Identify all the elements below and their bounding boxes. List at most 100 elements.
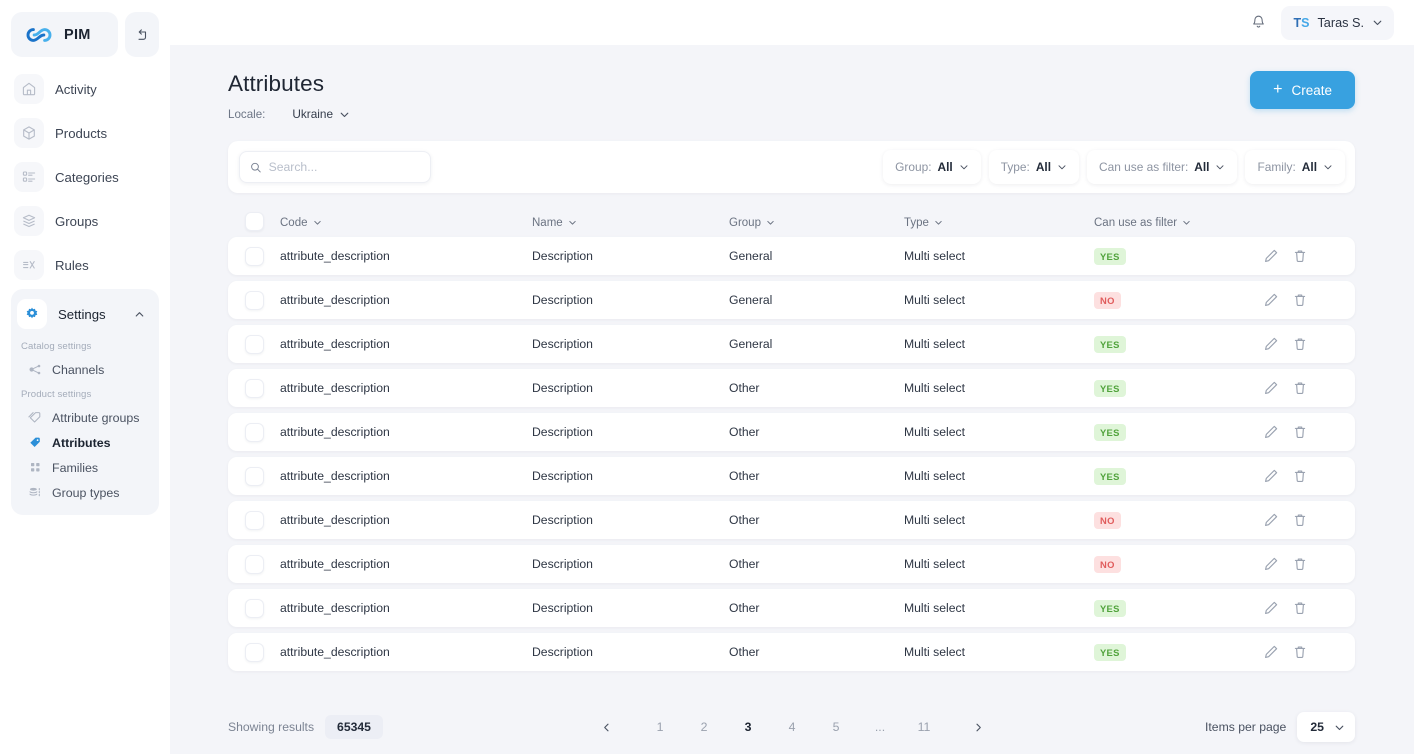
trash-icon[interactable] [1292,468,1308,484]
sidebar-nav: Activity Products Categories Groups [11,69,159,285]
edit-pencil-icon[interactable] [1263,512,1279,528]
create-button-label: Create [1291,83,1332,98]
trash-icon[interactable] [1292,380,1308,396]
cell-type: Multi select [904,425,1094,439]
filter-bar: Group: All Type: All Can use as filter: … [228,141,1355,193]
row-checkbox[interactable] [245,511,264,530]
user-menu-button[interactable]: TS Taras S. [1281,6,1394,40]
table-row[interactable]: attribute_descriptionDescriptionOtherMul… [228,457,1355,495]
pagination-page-5[interactable]: 5 [824,715,848,739]
filter-canuse-value: All [1194,160,1209,174]
row-checkbox[interactable] [245,335,264,354]
pagination-page-4[interactable]: 4 [780,715,804,739]
row-select-cell [228,511,280,530]
search-box[interactable] [239,151,431,183]
sidebar-item-label: Categories [55,170,119,185]
trash-icon[interactable] [1292,248,1308,264]
table-row[interactable]: attribute_descriptionDescriptionOtherMul… [228,501,1355,539]
sidebar-item-activity[interactable]: Activity [11,69,159,109]
edit-pencil-icon[interactable] [1263,336,1279,352]
trash-icon[interactable] [1292,600,1308,616]
column-header-name[interactable]: Name [532,213,729,231]
trash-icon[interactable] [1292,556,1308,572]
sidebar-item-label: Products [55,126,107,141]
column-header-group[interactable]: Group [729,213,904,231]
trash-icon[interactable] [1292,644,1308,660]
cell-type: Multi select [904,601,1094,615]
table-row[interactable]: attribute_descriptionDescriptionGeneralM… [228,281,1355,319]
pagination-prev[interactable] [594,715,618,739]
status-badge: YES [1094,468,1126,485]
sidebar-item-families[interactable]: Families [17,455,153,480]
row-checkbox[interactable] [245,379,264,398]
pagination-page-3[interactable]: 3 [736,715,760,739]
row-checkbox[interactable] [245,467,264,486]
filter-family[interactable]: Family: All [1245,150,1345,184]
edit-pencil-icon[interactable] [1263,600,1279,616]
edit-pencil-icon[interactable] [1263,468,1279,484]
table-row[interactable]: attribute_descriptionDescriptionOtherMul… [228,545,1355,583]
sidebar-item-groups[interactable]: Groups [11,201,159,241]
search-input[interactable] [269,160,420,174]
table-row[interactable]: attribute_descriptionDescriptionOtherMul… [228,633,1355,671]
cell-actions [1263,380,1355,396]
row-checkbox[interactable] [245,291,264,310]
table-row[interactable]: attribute_descriptionDescriptionGeneralM… [228,237,1355,275]
bell-icon [1250,14,1267,31]
trash-icon[interactable] [1292,292,1308,308]
column-header-type[interactable]: Type [904,213,1094,231]
row-checkbox[interactable] [245,599,264,618]
create-button[interactable]: + Create [1250,71,1355,109]
edit-pencil-icon[interactable] [1263,292,1279,308]
row-checkbox[interactable] [245,423,264,442]
edit-pencil-icon[interactable] [1263,248,1279,264]
row-checkbox[interactable] [245,555,264,574]
edit-pencil-icon[interactable] [1263,644,1279,660]
trash-icon[interactable] [1292,336,1308,352]
table-row[interactable]: attribute_descriptionDescriptionOtherMul… [228,589,1355,627]
sidebar-item-channels[interactable]: Channels [17,357,153,382]
edit-pencil-icon[interactable] [1263,380,1279,396]
table-row[interactable]: attribute_descriptionDescriptionGeneralM… [228,325,1355,363]
row-checkbox[interactable] [245,643,264,662]
cell-can-use-as-filter: YES [1094,599,1263,617]
pagination-ellipsis[interactable]: ... [868,715,892,739]
sidebar-item-attributes[interactable]: Attributes [17,430,153,455]
select-all-checkbox[interactable] [245,212,264,231]
trash-icon[interactable] [1292,424,1308,440]
pagination-page-1[interactable]: 1 [648,715,672,739]
sidebar-item-products[interactable]: Products [11,113,159,153]
chevron-down-icon [313,218,322,227]
items-per-page: Items per page 25 [1205,712,1355,742]
trash-icon[interactable] [1292,512,1308,528]
sidebar-item-attribute-groups[interactable]: Attribute groups [17,405,153,430]
filter-group[interactable]: Group: All [883,150,981,184]
collapse-sidebar-button[interactable] [125,12,159,57]
channels-icon [28,362,43,377]
filter-type[interactable]: Type: All [989,150,1079,184]
page-header-left: Attributes Locale: Ukraine [228,71,350,121]
cell-name: Description [532,513,729,527]
column-header-code[interactable]: Code [280,213,532,231]
sidebar-item-rules[interactable]: Rules [11,245,159,285]
edit-pencil-icon[interactable] [1263,424,1279,440]
group-types-icon [28,485,43,500]
notifications-button[interactable] [1241,6,1275,40]
pagination-next[interactable] [966,715,990,739]
sidebar-item-group-types[interactable]: Group types [17,480,153,505]
filter-family-label: Family: [1257,160,1295,174]
table-row[interactable]: attribute_descriptionDescriptionOtherMul… [228,413,1355,451]
column-header-can-use-as-filter[interactable]: Can use as filter [1094,213,1263,231]
row-checkbox[interactable] [245,247,264,266]
pagination-page-11[interactable]: 11 [912,715,936,739]
sidebar-item-settings[interactable]: Settings [17,294,153,334]
cell-actions [1263,600,1355,616]
brand-logo-button[interactable]: PIM [11,12,118,57]
sidebar-item-categories[interactable]: Categories [11,157,159,197]
locale-selector[interactable]: Locale: Ukraine [228,107,350,121]
table-row[interactable]: attribute_descriptionDescriptionOtherMul… [228,369,1355,407]
items-per-page-select[interactable]: 25 [1297,712,1355,742]
filter-can-use-as-filter[interactable]: Can use as filter: All [1087,150,1237,184]
edit-pencil-icon[interactable] [1263,556,1279,572]
pagination-page-2[interactable]: 2 [692,715,716,739]
